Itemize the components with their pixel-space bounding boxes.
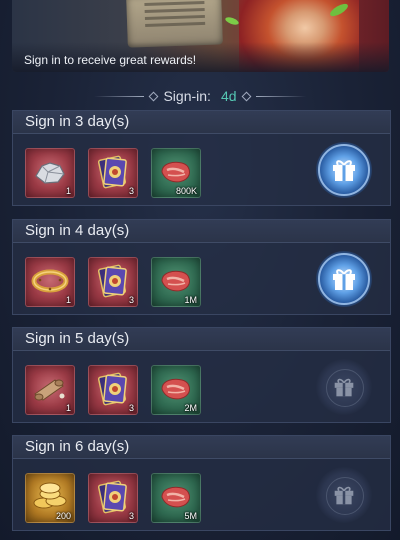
gift-box-icon <box>334 378 354 397</box>
locked-gift-button[interactable] <box>316 467 372 523</box>
card-pack-icon <box>98 480 127 513</box>
reward-item-meat[interactable]: 5M <box>151 473 201 523</box>
meat-icon <box>161 270 190 291</box>
item-quantity: 200 <box>55 511 71 521</box>
signin-label: Sign-in: <box>163 88 211 104</box>
item-quantity: 1 <box>65 295 71 305</box>
signin-counter: Sign-in: 4d <box>0 85 400 107</box>
reward-item-card-pack[interactable]: 3 <box>88 365 138 415</box>
reward-item-card-pack[interactable]: 3 <box>88 473 138 523</box>
reward-item-scroll[interactable]: 1 <box>25 365 75 415</box>
reward-card-day-3: Sign in 3 day(s) 1 3 800K <box>12 110 391 206</box>
item-quantity: 1M <box>184 295 197 305</box>
banner-caption: Sign in to receive great rewards! <box>24 53 197 67</box>
reward-card-title: Sign in 6 day(s) <box>13 436 390 459</box>
gift-box-icon <box>334 486 354 505</box>
item-quantity: 3 <box>128 403 134 413</box>
item-quantity: 1 <box>65 403 71 413</box>
item-quantity: 5M <box>184 511 197 521</box>
item-quantity: 3 <box>128 295 134 305</box>
reward-card-title: Sign in 4 day(s) <box>13 220 390 243</box>
silver-ore-icon <box>35 161 65 184</box>
item-quantity: 2M <box>184 403 197 413</box>
gift-box-icon <box>333 269 355 290</box>
meat-icon <box>161 161 190 182</box>
scroll-icon <box>34 378 65 401</box>
reward-item-card-pack[interactable]: 3 <box>88 148 138 198</box>
hero-banner: Sign in to receive great rewards! <box>12 0 389 72</box>
item-quantity: 1 <box>65 186 71 196</box>
reward-item-gold-ring[interactable]: 1 <box>25 257 75 307</box>
reward-item-meat[interactable]: 2M <box>151 365 201 415</box>
card-pack-icon <box>98 264 127 297</box>
card-pack-icon <box>98 155 127 188</box>
meat-icon <box>161 378 190 399</box>
reward-card-day-6: Sign in 6 day(s) 200 3 5M <box>12 435 391 531</box>
gold-ring-icon <box>31 269 69 293</box>
reward-item-meat[interactable]: 1M <box>151 257 201 307</box>
diamond-ornament-icon <box>241 91 251 101</box>
reward-card-day-5: Sign in 5 day(s) 1 3 2M <box>12 327 391 423</box>
gold-coins-icon <box>33 482 67 509</box>
meat-icon <box>161 486 190 507</box>
reward-card-title: Sign in 5 day(s) <box>13 328 390 351</box>
item-quantity: 3 <box>128 186 134 196</box>
gift-box-icon <box>333 160 355 181</box>
reward-card-day-4: Sign in 4 day(s) 1 3 1M <box>12 219 391 315</box>
claim-gift-button[interactable] <box>316 142 372 198</box>
diamond-ornament-icon <box>149 91 159 101</box>
reward-item-card-pack[interactable]: 3 <box>88 257 138 307</box>
item-quantity: 800K <box>175 186 197 196</box>
reward-card-title: Sign in 3 day(s) <box>13 111 390 134</box>
locked-gift-button[interactable] <box>316 359 372 415</box>
item-quantity: 3 <box>128 511 134 521</box>
reward-item-gold-coins[interactable]: 200 <box>25 473 75 523</box>
claim-gift-button[interactable] <box>316 251 372 307</box>
signin-days-value: 4d <box>220 88 237 104</box>
reward-item-meat[interactable]: 800K <box>151 148 201 198</box>
reward-item-silver-ore[interactable]: 1 <box>25 148 75 198</box>
banner-scroll-art <box>126 0 223 48</box>
card-pack-icon <box>98 372 127 405</box>
